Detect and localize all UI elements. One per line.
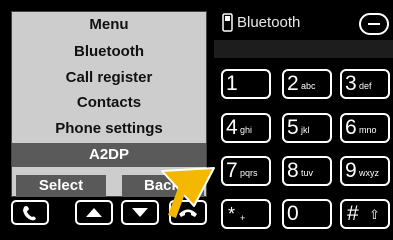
pointer-arrow-icon [161, 167, 215, 218]
